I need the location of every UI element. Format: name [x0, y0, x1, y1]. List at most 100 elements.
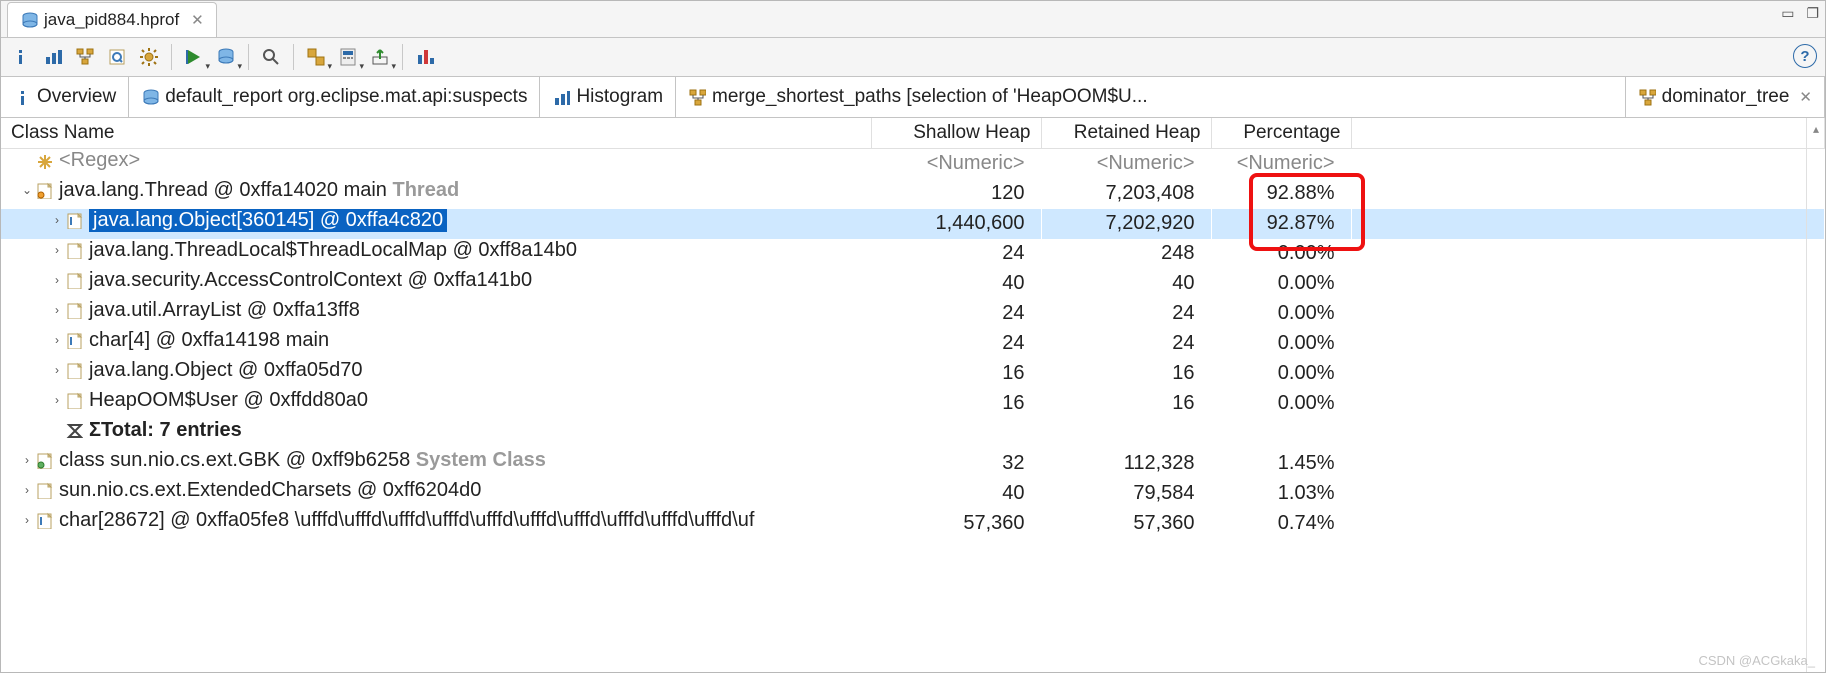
db-button[interactable]: ▾: [212, 43, 240, 71]
tab-label: Histogram: [576, 86, 663, 108]
col-percentage[interactable]: Percentage: [1211, 118, 1351, 149]
numeric-filter[interactable]: <Numeric>: [1211, 149, 1351, 179]
regex-icon: [35, 152, 53, 170]
cell-pct: [1211, 419, 1351, 449]
close-icon[interactable]: ✕: [1799, 88, 1812, 106]
obj-c-icon: [35, 451, 53, 469]
gear-button[interactable]: [135, 43, 163, 71]
tab-label: dominator_tree: [1662, 86, 1790, 108]
cell-pct: 0.00%: [1211, 329, 1351, 359]
row-label: sun.nio.cs.ext.ExtendedCharsets @ 0xff62…: [59, 479, 481, 501]
cell-retained: 248: [1041, 239, 1211, 269]
overview-button[interactable]: [7, 43, 35, 71]
tab-label: default_report org.eclipse.mat.api:suspe…: [165, 86, 527, 108]
cell-pct: 0.00%: [1211, 269, 1351, 299]
chevron-right-icon[interactable]: ›: [49, 333, 65, 347]
table-row[interactable]: ›char[4] @ 0xffa14198 main24240.00%: [1, 329, 1825, 359]
export-button[interactable]: ▾: [366, 43, 394, 71]
cell-shallow: 1,440,600: [871, 209, 1041, 239]
tab-label: merge_shortest_paths [selection of 'Heap…: [712, 86, 1148, 108]
table-row[interactable]: ›java.lang.Object @ 0xffa05d7016160.00%: [1, 359, 1825, 389]
tab-overview[interactable]: Overview: [1, 77, 129, 117]
table-row[interactable]: › char[28672] @ 0xffa05fe8 \ufffd\ufffd\u…: [1, 509, 1825, 539]
minimize-icon[interactable]: ▭: [1781, 5, 1794, 22]
tab-default-report[interactable]: default_report org.eclipse.mat.api:suspe…: [129, 77, 540, 117]
table-row[interactable]: ΣTotal: 7 entries: [1, 419, 1825, 449]
close-icon[interactable]: ✕: [191, 11, 204, 29]
dominator-tree-button[interactable]: [71, 43, 99, 71]
obj-icon: [65, 301, 83, 319]
obj-icon: [65, 391, 83, 409]
row-label: java.util.ArrayList @ 0xffa13ff8: [89, 299, 360, 321]
row-suffix: System Class: [410, 449, 546, 471]
chevron-right-icon[interactable]: ›: [19, 453, 35, 467]
chevron-right-icon[interactable]: ›: [49, 243, 65, 257]
chevron-right-icon[interactable]: ›: [49, 393, 65, 407]
chevron-right-icon[interactable]: ›: [19, 513, 35, 527]
chevron-right-icon[interactable]: ›: [49, 213, 65, 227]
chevron-down-icon[interactable]: ⌄: [19, 183, 35, 197]
obj-icon: [65, 241, 83, 259]
table-row[interactable]: ›java.lang.Object[360145] @ 0xffa4c8201,…: [1, 209, 1825, 239]
chevron-right-icon[interactable]: ›: [49, 363, 65, 377]
histogram-button[interactable]: [39, 43, 67, 71]
table-row[interactable]: ⌄java.lang.Thread @ 0xffa14020 main Thre…: [1, 179, 1825, 209]
tab-dominator-tree[interactable]: dominator_tree ✕: [1626, 77, 1825, 117]
obj-icon: [65, 271, 83, 289]
oql-button[interactable]: [103, 43, 131, 71]
chevron-right-icon[interactable]: ›: [19, 483, 35, 497]
tab-histogram[interactable]: Histogram: [540, 77, 676, 117]
cell-shallow: 32: [871, 449, 1041, 479]
tree-icon: [688, 88, 706, 106]
cell-pct: 92.87%: [1211, 209, 1351, 239]
col-shallow[interactable]: Shallow Heap: [871, 118, 1041, 149]
cell-retained: 7,202,920: [1041, 209, 1211, 239]
cell-retained: 7,203,408: [1041, 179, 1211, 209]
cell-pct: 92.88%: [1211, 179, 1351, 209]
table-header-row: Class Name Shallow Heap Retained Heap Pe…: [1, 118, 1825, 149]
cell-shallow: 120: [871, 179, 1041, 209]
file-tab[interactable]: java_pid884.hprof ✕: [7, 2, 217, 37]
row-label: char[28672] @ 0xffa05fe8 \ufffd\ufffd\uf…: [59, 509, 754, 531]
row-label: java.lang.ThreadLocal$ThreadLocalMap @ 0…: [89, 239, 577, 261]
group-button[interactable]: ▾: [302, 43, 330, 71]
numeric-filter[interactable]: <Numeric>: [871, 149, 1041, 179]
table-row[interactable]: ›java.util.ArrayList @ 0xffa13ff824240.0…: [1, 299, 1825, 329]
table-row[interactable]: › class sun.nio.cs.ext.GBK @ 0xff9b6258 S…: [1, 449, 1825, 479]
file-tab-bar: java_pid884.hprof ✕ ▭ ❐: [1, 1, 1825, 38]
row-label: class sun.nio.cs.ext.GBK @ 0xff9b6258: [59, 449, 410, 471]
obj-i-icon: [65, 331, 83, 349]
restore-icon[interactable]: ❐: [1806, 5, 1819, 22]
cell-shallow: 24: [871, 329, 1041, 359]
cell-retained: 24: [1041, 329, 1211, 359]
obj-icon: [65, 361, 83, 379]
cell-shallow: 24: [871, 299, 1041, 329]
run-button[interactable]: ▾: [180, 43, 208, 71]
cell-retained: 57,360: [1041, 509, 1211, 539]
tab-merge-shortest-paths[interactable]: merge_shortest_paths [selection of 'Heap…: [676, 77, 1626, 117]
row-label: java.security.AccessControlContext @ 0xf…: [89, 269, 532, 291]
help-icon[interactable]: ?: [1793, 44, 1817, 68]
filter-row[interactable]: <Regex> <Numeric> <Numeric> <Numeric>: [1, 149, 1825, 179]
table-row[interactable]: ›HeapOOM$User @ 0xffdd80a016160.00%: [1, 389, 1825, 419]
cell-retained: 112,328: [1041, 449, 1211, 479]
scrollbar[interactable]: ▴: [1806, 118, 1825, 673]
calc-button[interactable]: ▾: [334, 43, 362, 71]
regex-filter[interactable]: <Regex>: [59, 149, 140, 172]
col-class-name[interactable]: Class Name: [1, 118, 871, 149]
compare-button[interactable]: [411, 43, 439, 71]
numeric-filter[interactable]: <Numeric>: [1041, 149, 1211, 179]
chevron-right-icon[interactable]: ›: [49, 303, 65, 317]
table-row[interactable]: › java.security.AccessControlContext @ 0x…: [1, 269, 1825, 299]
search-button[interactable]: [257, 43, 285, 71]
cell-shallow: 40: [871, 269, 1041, 299]
chevron-right-icon[interactable]: ›: [49, 273, 65, 287]
row-label: java.lang.Thread @ 0xffa14020 main: [59, 179, 387, 201]
row-label: HeapOOM$User @ 0xffdd80a0: [89, 389, 368, 411]
db-icon: [141, 88, 159, 106]
col-retained[interactable]: Retained Heap: [1041, 118, 1211, 149]
table-row[interactable]: › sun.nio.cs.ext.ExtendedCharsets @ 0xff6…: [1, 479, 1825, 509]
cell-pct: 0.00%: [1211, 239, 1351, 269]
cell-shallow: 40: [871, 479, 1041, 509]
table-row[interactable]: › java.lang.ThreadLocal$ThreadLocalMap @ …: [1, 239, 1825, 269]
